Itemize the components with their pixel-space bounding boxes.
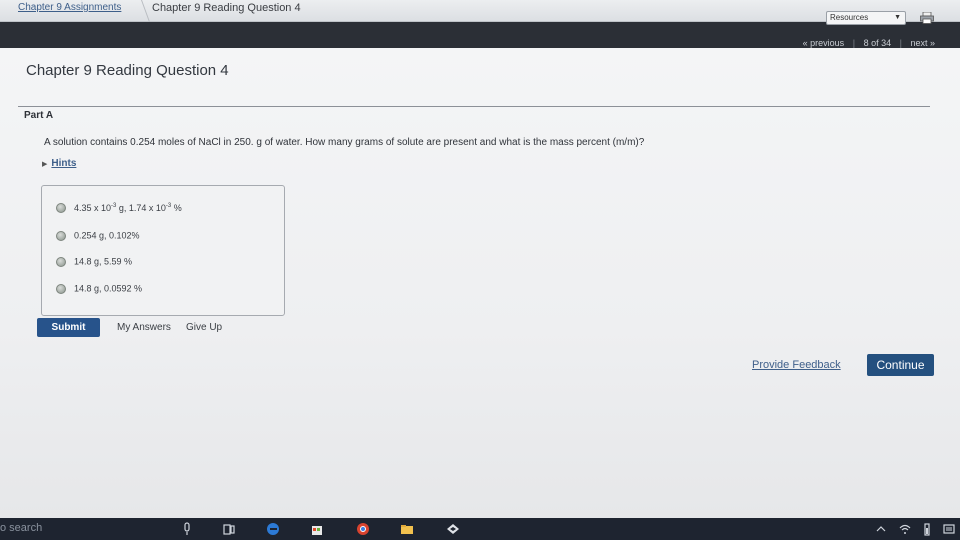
choice-option[interactable]: 14.8 g, 0.0592 % xyxy=(56,283,142,297)
pager-separator: | xyxy=(852,38,856,48)
resources-dropdown[interactable]: Resources ▼ xyxy=(826,11,906,25)
page-position: 8 of 34 xyxy=(863,38,892,48)
provide-feedback-link[interactable]: Provide Feedback xyxy=(752,359,841,371)
next-link[interactable]: next » xyxy=(910,38,935,48)
pager-separator: | xyxy=(899,38,902,48)
choice-label: 14.8 g, 5.59 % xyxy=(74,256,133,267)
choice-option[interactable]: 14.8 g, 5.59 % xyxy=(56,256,132,270)
hints-label: Hints xyxy=(51,158,77,169)
continue-button[interactable]: Continue xyxy=(867,354,934,376)
radio-button[interactable] xyxy=(56,202,66,213)
radio-button[interactable] xyxy=(56,230,66,241)
choice-option[interactable]: 0.254 g, 0.102% xyxy=(56,230,140,244)
breadcrumb-separator xyxy=(131,0,151,22)
caret-right-icon: ▶ xyxy=(42,161,48,168)
submit-button[interactable]: Submit xyxy=(37,318,100,337)
header-bar: « previous | 8 of 34 | next » xyxy=(0,22,960,48)
chevron-down-icon: ▼ xyxy=(894,14,901,21)
choice-label: 4.35 x 10-3 g, 1.74 x 10-3 % xyxy=(74,202,182,213)
give-up-button[interactable]: Give Up xyxy=(186,322,222,333)
printer-icon[interactable] xyxy=(920,12,934,24)
breadcrumb-current: Chapter 9 Reading Question 4 xyxy=(152,2,301,14)
resources-label: Resources xyxy=(830,13,869,22)
battery-icon[interactable] xyxy=(920,522,934,536)
chrome-icon[interactable] xyxy=(356,522,370,536)
radio-button[interactable] xyxy=(56,256,66,267)
taskbar: o search xyxy=(0,518,960,540)
question-text: A solution contains 0.254 moles of NaCl … xyxy=(44,137,645,148)
radio-button[interactable] xyxy=(56,283,66,294)
pager: « previous | 8 of 34 | next » xyxy=(800,38,938,48)
part-label: Part A xyxy=(24,110,54,121)
previous-link[interactable]: « previous xyxy=(803,38,845,48)
page-title: Chapter 9 Reading Question 4 xyxy=(26,62,229,79)
file-explorer-icon[interactable] xyxy=(400,522,414,536)
app-icon[interactable] xyxy=(446,522,460,536)
microphone-icon[interactable] xyxy=(180,522,194,536)
choice-option[interactable]: 4.35 x 10-3 g, 1.74 x 10-3 % xyxy=(56,202,182,216)
breadcrumb: Chapter 9 Assignments Chapter 9 Reading … xyxy=(0,0,960,22)
divider xyxy=(18,106,930,107)
breadcrumb-chapter-assignments-link[interactable]: Chapter 9 Assignments xyxy=(18,2,121,13)
store-icon[interactable] xyxy=(310,522,324,536)
my-answers-button[interactable]: My Answers xyxy=(117,322,171,333)
notifications-icon[interactable] xyxy=(942,522,956,536)
task-view-icon[interactable] xyxy=(222,522,236,536)
choice-label: 0.254 g, 0.102% xyxy=(74,230,140,241)
choice-label: 14.8 g, 0.0592 % xyxy=(74,283,143,294)
chevron-up-icon[interactable] xyxy=(874,522,888,536)
answer-choices: 4.35 x 10-3 g, 1.74 x 10-3 % 0.254 g, 0.… xyxy=(41,185,285,316)
taskbar-search[interactable]: o search xyxy=(0,522,42,534)
edge-browser-icon[interactable] xyxy=(266,522,280,536)
hints-toggle[interactable]: ▶ Hints xyxy=(42,158,76,169)
main-content: Chapter 9 Reading Question 4 Part A A so… xyxy=(0,48,960,518)
wifi-icon[interactable] xyxy=(898,522,912,536)
